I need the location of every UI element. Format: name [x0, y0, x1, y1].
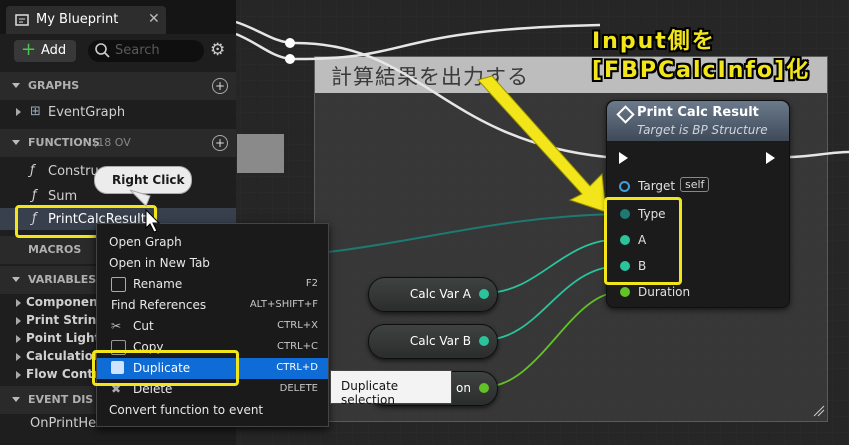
var-label: Calc Var A: [409, 287, 471, 301]
tab-bar: My Blueprint ✕: [0, 0, 236, 34]
event-graph-icon: ⊞: [30, 104, 41, 119]
self-badge: self: [680, 177, 710, 192]
add-button-label: Add: [41, 43, 67, 58]
calc-var-a-node[interactable]: Calc Var A: [368, 277, 498, 312]
variable-item[interactable]: Componen: [26, 295, 98, 309]
gear-icon[interactable]: ⚙: [210, 40, 225, 60]
pin-label-duration: Duration: [638, 285, 691, 299]
target-pin[interactable]: [619, 181, 630, 192]
menu-item-convert-to-event[interactable]: Convert function to event: [97, 400, 328, 421]
blueprint-icon: [15, 14, 29, 26]
variable-item[interactable]: Calculation: [26, 349, 102, 363]
function-icon: [616, 105, 635, 124]
chevron-down-icon: [12, 83, 20, 88]
section-label: EVENT DIS: [28, 393, 94, 406]
section-graphs[interactable]: GRAPHS +: [0, 72, 236, 100]
menu-label: Rename: [133, 277, 183, 291]
tab-my-blueprint[interactable]: My Blueprint ✕: [6, 6, 166, 34]
context-menu: Open Graph Open in New Tab Rename F2 Fin…: [96, 223, 329, 427]
highlight-input-pins: [604, 197, 682, 285]
variable-item[interactable]: Flow Contr: [26, 367, 99, 381]
expand-icon[interactable]: [16, 317, 21, 325]
expand-icon[interactable]: [16, 353, 21, 361]
menu-item-open-graph[interactable]: Open Graph: [97, 232, 328, 253]
annotation-line1: Input側を: [592, 29, 716, 54]
menu-label: Open Graph: [109, 235, 182, 249]
menu-label: Open in New Tab: [109, 256, 210, 270]
menu-shortcut: CTRL+C: [277, 341, 318, 352]
dispatcher-item[interactable]: OnPrintHe: [30, 416, 96, 431]
function-icon: ƒ: [32, 188, 37, 203]
node-title: Print Calc Result: [637, 105, 759, 120]
section-functions[interactable]: FUNCTIONS (18 OV +: [0, 129, 236, 157]
node-subtitle: Target is BP Structure: [637, 123, 768, 137]
add-graph-icon[interactable]: +: [212, 78, 228, 94]
duration-pin[interactable]: [620, 287, 630, 297]
var-label: Calc Var B: [409, 334, 471, 348]
functions-count: (18 OV: [93, 136, 131, 149]
menu-item-rename[interactable]: Rename F2: [97, 274, 328, 295]
function-item-sum[interactable]: Sum: [48, 189, 77, 204]
annotation-line2: [FBPCalcInfo]化: [592, 58, 811, 83]
close-icon[interactable]: ✕: [148, 11, 160, 27]
search-placeholder: Search: [115, 43, 160, 58]
menu-shortcut: CTRL+X: [277, 320, 318, 331]
menu-label: Convert function to event: [109, 403, 264, 417]
menu-shortcut: ALT+SHIFT+F: [249, 299, 318, 310]
menu-item-find-references[interactable]: Find References ALT+SHIFT+F: [97, 295, 328, 316]
expand-icon[interactable]: [16, 108, 21, 116]
var-label: on: [456, 381, 471, 395]
calc-var-b-node[interactable]: Calc Var B: [368, 324, 498, 359]
exec-out-pin[interactable]: [766, 152, 775, 164]
right-click-label: Right Click: [112, 173, 185, 187]
tab-title: My Blueprint: [36, 12, 119, 27]
variable-item[interactable]: Point Light: [26, 331, 100, 345]
expand-icon[interactable]: [16, 335, 21, 343]
output-pin[interactable]: [479, 336, 489, 346]
node-header[interactable]: Print Calc Result Target is BP Structure: [607, 101, 789, 141]
function-icon: ƒ: [30, 163, 35, 178]
function-item-construct[interactable]: Constru: [48, 164, 99, 179]
chevron-down-icon: [12, 277, 20, 282]
menu-shortcut: DELETE: [279, 383, 318, 394]
menu-shortcut: CTRL+D: [276, 362, 318, 373]
expand-icon[interactable]: [16, 299, 21, 307]
search-input[interactable]: Search: [88, 40, 204, 62]
expand-icon[interactable]: [16, 371, 21, 379]
section-label: FUNCTIONS: [28, 136, 100, 149]
add-function-icon[interactable]: +: [212, 135, 228, 151]
tooltip-duplicate-selection: Duplicate selection: [330, 370, 452, 407]
search-icon: [95, 43, 110, 58]
chevron-down-icon: [12, 397, 20, 402]
section-label: VARIABLES: [28, 273, 97, 286]
exec-in-pin[interactable]: [619, 152, 628, 164]
output-pin[interactable]: [479, 289, 489, 299]
menu-item-cut[interactable]: ✂ Cut CTRL+X: [97, 316, 328, 337]
chevron-down-icon: [12, 140, 20, 145]
output-pin[interactable]: [479, 383, 489, 393]
right-click-callout: Right Click: [94, 166, 192, 194]
menu-label: Cut: [133, 319, 154, 333]
menu-shortcut: F2: [305, 278, 318, 289]
graph-item-eventgraph[interactable]: EventGraph: [48, 105, 125, 120]
menu-label: Find References: [111, 298, 207, 312]
section-label: GRAPHS: [28, 79, 80, 92]
plus-icon: +: [21, 39, 37, 60]
add-button[interactable]: + Add: [14, 39, 76, 62]
pin-label-target: Target: [638, 179, 676, 193]
highlight-duplicate: [92, 350, 239, 386]
menu-item-open-new-tab[interactable]: Open in New Tab: [97, 253, 328, 274]
cut-icon: ✂: [111, 319, 122, 333]
variable-item[interactable]: Print String: [26, 313, 105, 327]
tooltip-text: Duplicate selection: [341, 379, 399, 407]
rename-icon: [111, 277, 126, 292]
section-label: MACROS: [28, 243, 82, 256]
